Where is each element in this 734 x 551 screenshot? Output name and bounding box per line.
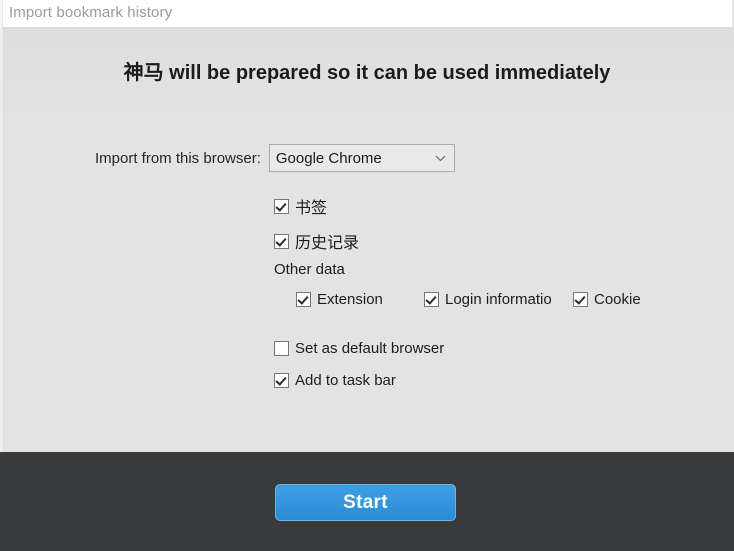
titlebar: Import bookmark history <box>0 0 734 28</box>
checkbox-row-set-default-browser[interactable]: Set as default browser <box>274 340 444 357</box>
dialog-body: 神马 will be prepared so it can be used im… <box>0 28 734 452</box>
set-default-browser-checkbox[interactable] <box>274 341 289 356</box>
browser-select-value: Google Chrome <box>275 149 382 167</box>
chevron-down-icon <box>435 155 446 162</box>
extension-checkbox[interactable] <box>296 292 311 307</box>
titlebar-left-edge <box>0 0 3 28</box>
bookmarks-label: 书签 <box>295 200 328 217</box>
add-to-task-bar-checkbox[interactable] <box>274 373 289 388</box>
history-label: 历史记录 <box>295 235 360 252</box>
page-title: 神马 will be prepared so it can be used im… <box>123 62 611 84</box>
browser-select-row: Import from this browser: Google Chrome <box>95 144 455 172</box>
bookmarks-checkbox[interactable] <box>274 198 289 214</box>
other-data-label: Other data <box>274 261 345 278</box>
checkbox-row-bookmarks[interactable]: 书签 <box>274 194 327 218</box>
body-left-edge <box>0 28 4 452</box>
browser-select-label: Import from this browser: <box>95 149 261 167</box>
window-title: Import bookmark history <box>9 4 173 21</box>
footer-bar: Start <box>0 452 734 551</box>
login-information-checkbox[interactable] <box>424 292 439 307</box>
checkbox-row-login-information[interactable]: Login informatio <box>424 291 552 308</box>
history-checkbox[interactable] <box>274 233 289 249</box>
checkbox-row-cookie[interactable]: Cookie <box>573 291 641 308</box>
browser-select[interactable]: Google Chrome <box>268 144 455 172</box>
start-button[interactable]: Start <box>275 484 456 521</box>
cookie-label: Cookie <box>594 291 641 308</box>
checkbox-row-add-to-task-bar[interactable]: Add to task bar <box>274 372 396 389</box>
import-wizard-window: Import bookmark history 神马 will be prepa… <box>0 0 734 551</box>
set-default-browser-label: Set as default browser <box>295 340 445 357</box>
login-information-label: Login informatio <box>445 291 552 308</box>
checkbox-row-history[interactable]: 历史记录 <box>274 229 359 253</box>
add-to-task-bar-label: Add to task bar <box>295 372 396 389</box>
start-button-label: Start <box>343 491 388 513</box>
checkbox-row-extension[interactable]: Extension <box>296 291 383 308</box>
extension-label: Extension <box>317 291 383 308</box>
cookie-checkbox[interactable] <box>573 292 588 307</box>
